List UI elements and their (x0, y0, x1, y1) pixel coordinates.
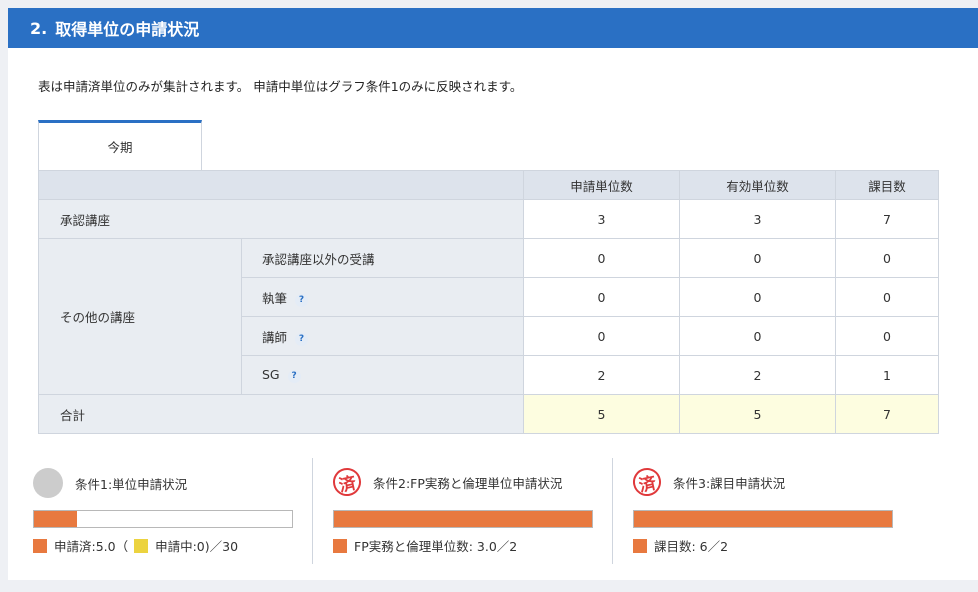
cell-value: 0 (835, 316, 939, 356)
row-label-text: 講師 (262, 329, 288, 345)
help-icon[interactable]: ? (295, 332, 309, 346)
cell-value: 0 (523, 277, 680, 317)
table-row: 承認講座 3 3 7 (38, 199, 939, 239)
progress-fill (34, 511, 77, 527)
condition-2-header: 済 条件2:FP実務と倫理単位申請状況 (330, 465, 563, 499)
cell-value: 3 (679, 199, 836, 239)
col-header-subjects: 課目数 (835, 170, 939, 200)
units-table: 申請単位数 有効単位数 課目数 承認講座 3 3 7 その他の講座 承認講座以外… (38, 170, 939, 434)
section-number: 2. (30, 18, 48, 38)
pending-status-icon (33, 468, 63, 498)
condition-3-legend: 課目数: 6／2 (633, 536, 728, 555)
section-header: 2. 取得単位の申請状況 (8, 8, 978, 48)
row-group-label-other: その他の講座 (38, 238, 242, 395)
cell-value: 0 (679, 277, 836, 317)
cell-value: 2 (523, 355, 680, 395)
cell-value: 0 (835, 277, 939, 317)
cell-value: 2 (679, 355, 836, 395)
condition-2-progress-bar (333, 510, 593, 528)
cell-value: 0 (679, 238, 836, 278)
row-label-text: SG (262, 367, 280, 382)
cell-value: 0 (523, 316, 680, 356)
row-label-sg: SG? (241, 355, 524, 395)
cell-total: 5 (523, 394, 680, 434)
section-title: 取得単位の申請状況 (55, 20, 200, 39)
condition-1: 条件1:単位申請状況 申請済:5.0（ 申請中:0)／30 (33, 458, 313, 564)
cell-value: 0 (835, 238, 939, 278)
condition-3-title: 条件3:課目申請状況 (673, 475, 786, 491)
tab-current-term[interactable]: 今期 (38, 120, 202, 170)
legend-pending-text: 申請中:0)／30 (155, 539, 239, 554)
applied-swatch-icon (33, 538, 47, 553)
condition-1-legend: 申請済:5.0（ 申請中:0)／30 (33, 536, 238, 555)
applied-swatch-icon (333, 538, 347, 553)
condition-2-title: 条件2:FP実務と倫理単位申請状況 (373, 475, 563, 491)
condition-1-title: 条件1:単位申請状況 (75, 476, 188, 492)
cell-value: 0 (679, 316, 836, 356)
completed-stamp-icon: 済 (630, 465, 664, 499)
row-label-writing: 執筆? (241, 277, 524, 317)
cell-value: 1 (835, 355, 939, 395)
completed-stamp-icon: 済 (330, 465, 364, 499)
aggregation-note: 表は申請済単位のみが集計されます。 申請中単位はグラフ条件1のみに反映されます。 (38, 79, 523, 94)
condition-3-progress-bar (633, 510, 893, 528)
help-icon[interactable]: ? (295, 293, 309, 307)
applied-swatch-icon (633, 538, 647, 553)
row-label-approved: 承認講座 (38, 199, 524, 239)
condition-1-progress-bar (33, 510, 293, 528)
condition-3: 済 条件3:課目申請状況 課目数: 6／2 (612, 458, 912, 564)
cell-value: 0 (523, 238, 680, 278)
divider (312, 458, 313, 564)
legend-applied-text: 申請済:5.0（ (54, 539, 129, 554)
application-status-panel: 2. 取得単位の申請状況 表は申請済単位のみが集計されます。 申請中単位はグラフ… (8, 8, 978, 580)
condition-1-header: 条件1:単位申請状況 (33, 468, 187, 498)
table-row: その他の講座 承認講座以外の受講 0 0 0 (38, 238, 939, 395)
condition-2-legend: FP実務と倫理単位数: 3.0／2 (333, 536, 517, 555)
divider (612, 458, 613, 564)
legend-text: 課目数: 6／2 (654, 539, 729, 554)
condition-2: 済 条件2:FP実務と倫理単位申請状況 FP実務と倫理単位数: 3.0／2 (312, 458, 612, 564)
legend-text: FP実務と倫理単位数: 3.0／2 (354, 539, 518, 554)
help-icon[interactable]: ? (287, 370, 301, 383)
cell-value: 3 (523, 199, 680, 239)
table-header-row: 申請単位数 有効単位数 課目数 (38, 170, 939, 200)
header-blank (38, 170, 524, 200)
row-label-non-approved: 承認講座以外の受講 (241, 238, 524, 278)
pending-swatch-icon (134, 538, 149, 553)
table-total-row: 合計 5 5 7 (38, 394, 939, 434)
row-label-total: 合計 (38, 394, 524, 434)
progress-fill (634, 511, 892, 527)
progress-fill (334, 511, 592, 527)
cell-value: 7 (835, 199, 939, 239)
col-header-applied: 申請単位数 (523, 170, 680, 200)
row-label-lecturer: 講師? (241, 316, 524, 356)
cell-total: 5 (679, 394, 836, 434)
col-header-valid: 有効単位数 (679, 170, 836, 200)
cell-total: 7 (835, 394, 939, 434)
condition-3-header: 済 条件3:課目申請状況 (630, 465, 786, 499)
row-label-text: 執筆 (262, 290, 288, 306)
